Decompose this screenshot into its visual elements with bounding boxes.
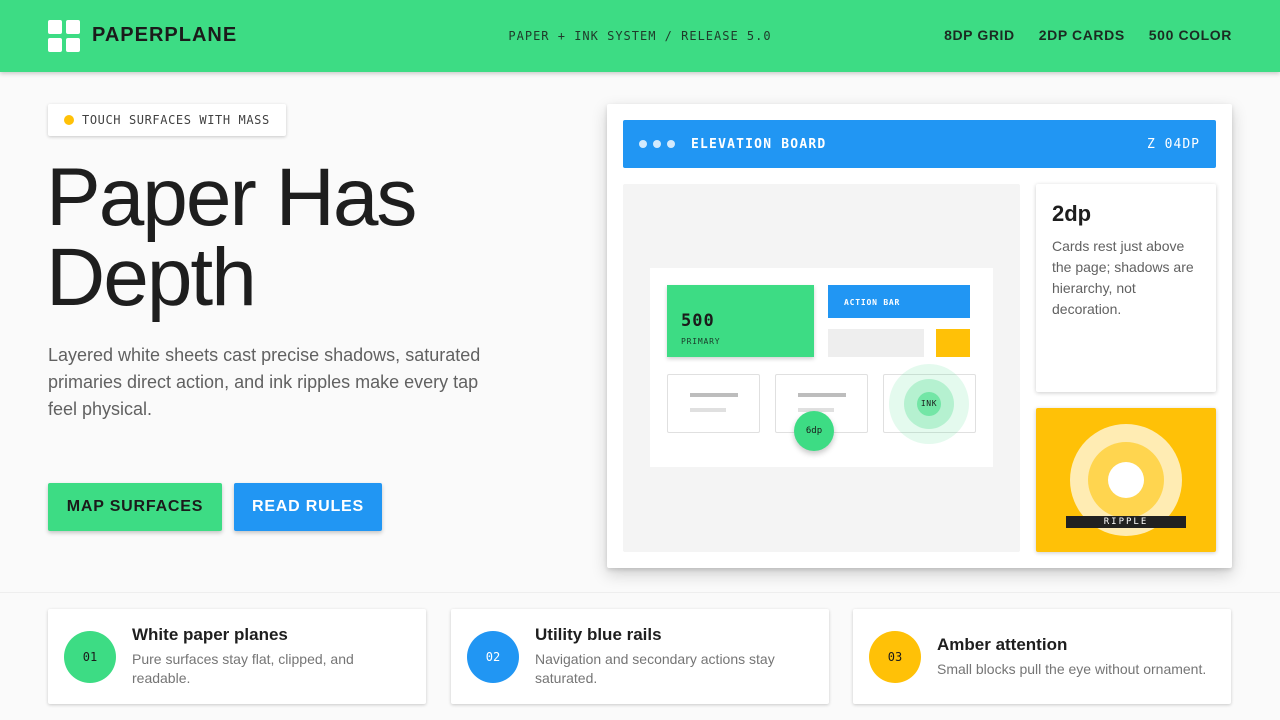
ink-label: INK [920,399,938,408]
feature-title: Utility blue rails [535,625,662,644]
feature-number-badge: 03 [869,631,921,683]
action-bar-label: ACTION BAR [844,298,901,307]
nav-link-500-color[interactable]: 500 COLOR [1149,27,1232,43]
demo-sheet: 500 PRIMARY ACTION BAR 6dp INK [650,268,993,467]
demo-action-bar[interactable]: ACTION BAR [828,285,970,318]
amber-dot-icon [64,115,74,125]
map-surfaces-button[interactable]: MAP SURFACES [48,483,222,531]
feature-title: Amber attention [937,635,1068,654]
feature-body: Pure surfaces stay flat, clipped, and re… [132,651,354,686]
board-title-bar: ELEVATION BOARD Z 04DP [623,120,1216,168]
side-card-body: Cards rest just above the page; shadows … [1052,238,1194,317]
amber-accent-block [936,329,970,357]
grey-placeholder-block [828,329,924,357]
read-rules-button[interactable]: READ RULES [234,483,382,531]
hero-headline: Paper Has Depth [46,152,417,323]
window-dots-icon [639,140,675,148]
fab-6dp[interactable]: 6dp [794,411,834,451]
feature-card-amber-attention[interactable]: 03 Amber attention Small blocks pull the… [853,609,1231,704]
board-elevation: Z 04DP [1147,137,1200,152]
ripple-label: RIPPLE [1066,516,1186,528]
primary-color-block: 500 PRIMARY [667,285,814,357]
side-card-title: 2dp [1052,201,1092,226]
section-divider [0,592,1280,593]
feature-card-blue-rails[interactable]: 02 Utility blue rails Navigation and sec… [451,609,829,704]
top-app-bar: PAPERPLANE PAPER + INK SYSTEM / RELEASE … [0,0,1280,72]
board-title: ELEVATION BOARD [691,137,827,152]
primary-value: 500 [681,311,715,331]
ripple-demo-card[interactable]: RIPPLE [1036,408,1216,552]
elevation-board: ELEVATION BOARD Z 04DP 500 PRIMARY ACTIO… [607,104,1232,568]
board-stage: 500 PRIMARY ACTION BAR 6dp INK [623,184,1020,552]
hero-chip-label: TOUCH SURFACES WITH MASS [82,113,270,127]
feature-title: White paper planes [132,625,288,644]
nav-link-8dp-grid[interactable]: 8DP GRID [944,27,1015,43]
nav-link-2dp-cards[interactable]: 2DP CARDS [1039,27,1125,43]
top-nav: 8DP GRID 2DP CARDS 500 COLOR [944,27,1232,43]
hero-chip: TOUCH SURFACES WITH MASS [48,104,286,136]
hero-lede: Layered white sheets cast precise shadow… [48,345,481,419]
feature-body: Small blocks pull the eye without orname… [937,661,1207,677]
feature-body: Navigation and secondary actions stay sa… [535,651,775,686]
elevation-2dp-card: 2dp Cards rest just above the page; shad… [1036,184,1216,392]
feature-card-white-paper[interactable]: 01 White paper planes Pure surfaces stay… [48,609,426,704]
feature-number-badge: 02 [467,631,519,683]
mini-card [667,374,760,433]
feature-number-badge: 01 [64,631,116,683]
primary-label: PRIMARY [681,337,721,346]
